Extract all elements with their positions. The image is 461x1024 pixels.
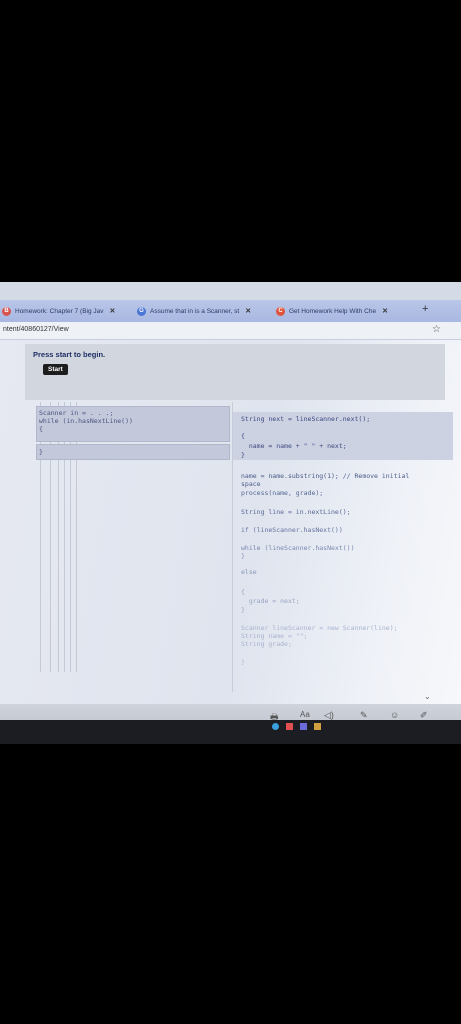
tab-label: Homework: Chapter 7 (Big Jav [15, 307, 104, 315]
tab-label: Assume that in is a Scanner, st [150, 307, 240, 315]
url-text: ntent/40860127/View [3, 326, 69, 333]
emoji-icon[interactable]: ☺ [390, 710, 399, 720]
code-block-fixed-top: Scanner in = . . .; while (in.hasNextLin… [36, 406, 230, 442]
tab-label: Get Homework Help With Che [289, 307, 377, 315]
code-tile-text[interactable]: else [241, 568, 257, 576]
code-tile-text[interactable]: process(name, grade); [241, 489, 323, 497]
code-block-fixed-bottom: } [36, 444, 230, 460]
tab-favicon-icon: G [137, 306, 146, 316]
chevron-down-icon[interactable]: ⌄ [424, 692, 431, 701]
tab-favicon-icon: B [2, 306, 11, 316]
code-tile-text[interactable]: } [241, 606, 245, 614]
code-tile-text[interactable]: { [241, 588, 245, 596]
code-tiles-panel: String next = lineScanner.next(); { name… [232, 402, 458, 692]
page-content: Press start to begin. Start Scanner in =… [0, 340, 461, 720]
code-tile-text[interactable]: String name = ""; [241, 632, 308, 640]
code-line: while (in.hasNextLine()) [39, 417, 133, 425]
code-tile-text[interactable]: name = name.substring(1); // Remove init… [241, 472, 409, 480]
code-line: { [39, 425, 43, 433]
code-tile-text[interactable]: String next = lineScanner.next(); [241, 415, 370, 423]
code-tile-text[interactable]: } [241, 451, 245, 459]
text-size-button[interactable]: Aa [300, 710, 310, 719]
code-tile-text[interactable]: String line = in.nextLine(); [241, 508, 351, 516]
tab-chegg[interactable]: C Get Homework Help With Che ✕ [276, 303, 388, 319]
code-tile-text[interactable]: Scanner lineScanner = new Scanner(line); [241, 624, 398, 632]
code-tile-text[interactable]: name = name + " " + next; [241, 442, 347, 450]
instruction-text: Press start to begin. [33, 350, 106, 359]
answer-area[interactable]: Scanner in = . . .; while (in.hasNextLin… [36, 402, 230, 672]
code-tile-text[interactable]: { [241, 432, 245, 440]
code-tile-text[interactable]: grade = next; [241, 597, 300, 605]
code-tile-text[interactable]: String grade; [241, 640, 292, 648]
code-line: Scanner in = . . .; [39, 409, 114, 417]
tab-homework[interactable]: B Homework: Chapter 7 (Big Jav ✕ [2, 303, 115, 319]
address-bar[interactable]: ntent/40860127/View ☆ [0, 322, 461, 340]
tab-favicon-icon: C [276, 306, 285, 316]
code-tile-text[interactable]: if (lineScanner.hasNext()) [241, 526, 343, 534]
code-line: } [39, 448, 43, 456]
code-tile-text[interactable]: space [241, 480, 261, 488]
close-icon[interactable]: ✕ [110, 307, 116, 315]
taskbar-app-icon[interactable] [314, 723, 321, 730]
photo-screen: B Homework: Chapter 7 (Big Jav ✕ G Assum… [0, 282, 461, 744]
code-tile-text[interactable]: while (lineScanner.hasNext()) [241, 544, 355, 552]
taskbar-app-icon[interactable] [272, 723, 279, 730]
close-icon[interactable]: ✕ [382, 307, 388, 315]
taskbar-app-icon[interactable] [300, 723, 307, 730]
start-button[interactable]: Start [43, 364, 68, 375]
taskbar-app-icon[interactable] [286, 723, 293, 730]
browser-tab-bar: B Homework: Chapter 7 (Big Jav ✕ G Assum… [0, 300, 461, 322]
code-tile-text[interactable]: } [241, 658, 245, 666]
code-tile-text[interactable]: } [241, 552, 245, 560]
close-icon[interactable]: ✕ [245, 307, 251, 315]
new-tab-icon[interactable]: + [422, 303, 428, 315]
start-banner: Press start to begin. Start [25, 344, 445, 400]
tab-search[interactable]: G Assume that in is a Scanner, st ✕ [137, 303, 251, 319]
bookmark-star-icon[interactable]: ☆ [432, 324, 441, 335]
os-taskbar [0, 720, 461, 744]
